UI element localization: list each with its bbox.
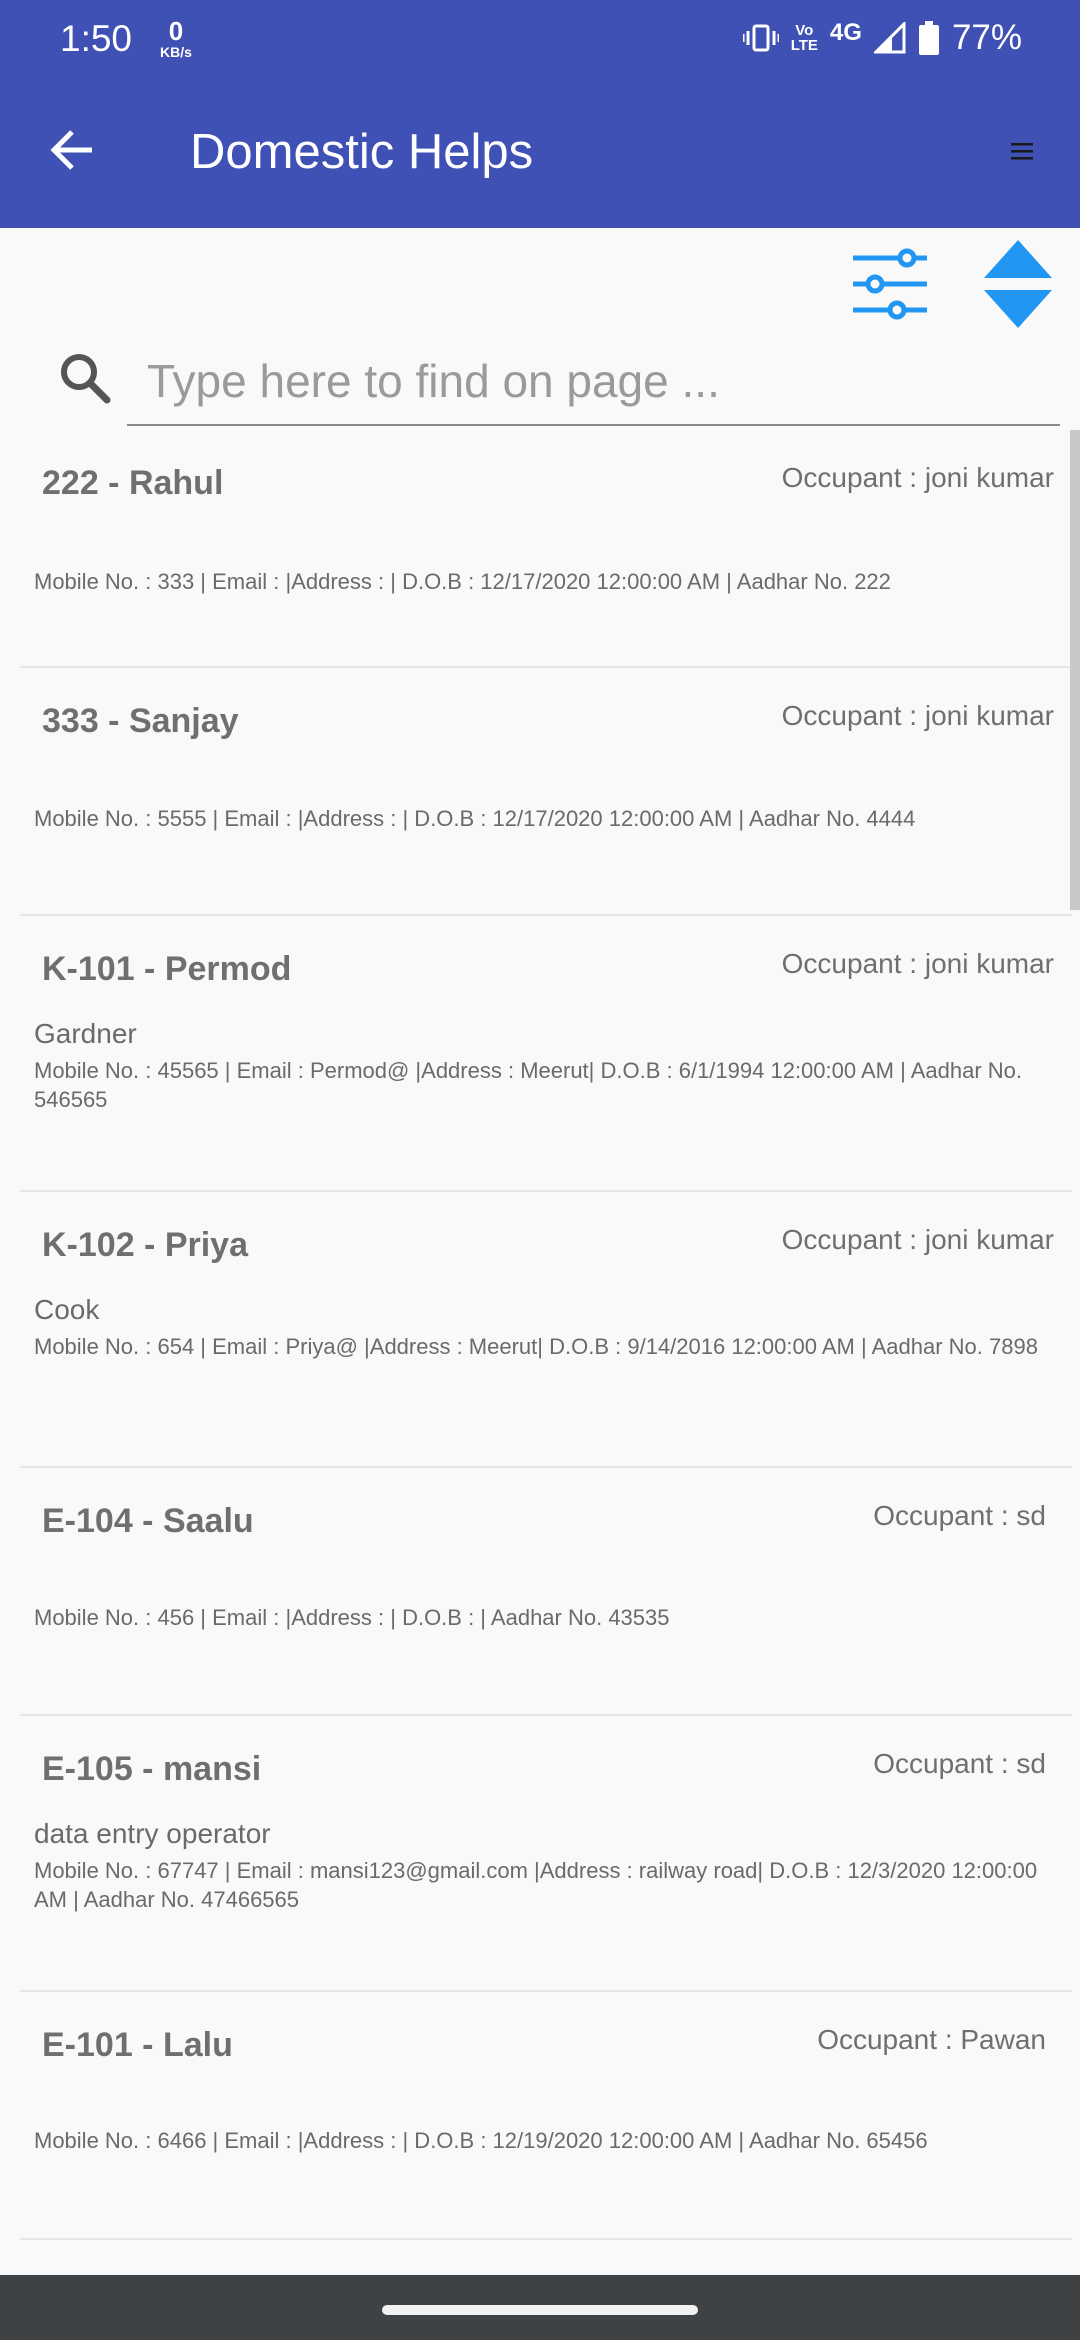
list-item[interactable]: K-102 - Priya Occupant : joni kumar Cook… (20, 1192, 1072, 1468)
item-occupant: Occupant : joni kumar (781, 462, 1054, 493)
item-details: Mobile No. : 333 | Email : |Address : | … (34, 569, 891, 594)
back-button[interactable] (40, 118, 104, 182)
system-nav-bar (0, 2275, 1080, 2340)
list-item[interactable]: 222 - Rahul Occupant : joni kumar Mobile… (20, 430, 1072, 668)
item-occupant: Occupant : sd (873, 1500, 1046, 1531)
domestic-help-list[interactable]: 222 - Rahul Occupant : joni kumar Mobile… (0, 430, 1080, 2275)
list-item[interactable]: K-101 - Permod Occupant : joni kumar Gar… (20, 916, 1072, 1192)
list-toolbar (0, 228, 1080, 338)
list-item[interactable]: E-105 - mansi Occupant : sd data entry o… (20, 1716, 1072, 1992)
network-speed: 0 KB/s (154, 18, 198, 59)
item-role: data entry operator (34, 1818, 271, 1849)
item-role: Gardner (34, 1018, 137, 1049)
volte-bottom-label: LTE (790, 37, 818, 54)
list-item[interactable]: E-104 - Saalu Occupant : sd Mobile No. :… (20, 1468, 1072, 1716)
hamburger-menu-icon (1011, 143, 1033, 160)
battery-icon (918, 21, 940, 55)
sliders-filter-icon (853, 248, 927, 320)
item-details: Mobile No. : 6466 | Email : |Address : |… (34, 2128, 928, 2153)
item-title: K-101 - Permod (42, 950, 292, 988)
list-item[interactable]: E-101 - Lalu Occupant : Pawan Mobile No.… (20, 1992, 1072, 2240)
battery-percent: 77% (951, 18, 1022, 57)
sort-up-down-icon (984, 240, 1052, 328)
item-role: Cook (34, 1294, 100, 1325)
item-occupant: Occupant : joni kumar (781, 700, 1054, 731)
item-occupant: Occupant : sd (873, 1748, 1046, 1779)
item-details: Mobile No. : 456 | Email : |Address : | … (34, 1605, 670, 1630)
item-title: E-104 - Saalu (42, 1502, 254, 1540)
sort-button[interactable] (978, 234, 1058, 334)
vibrate-icon (742, 23, 779, 53)
item-details: Mobile No. : 67747 | Email : mansi123@gm… (34, 1858, 1038, 1912)
network-speed-value: 0 (168, 16, 184, 46)
item-title: E-105 - mansi (42, 1750, 262, 1788)
status-time: 1:50 (60, 18, 133, 59)
app-bar: Domestic Helps (0, 78, 1080, 228)
item-details: Mobile No. : 654 | Email : Priya@ |Addre… (34, 1334, 1038, 1359)
item-details: Mobile No. : 45565 | Email : Permod@ |Ad… (34, 1058, 1023, 1112)
item-details: Mobile No. : 5555 | Email : |Address : |… (34, 806, 916, 831)
volte-icon: Vo LTE (791, 23, 818, 53)
page-title: Domestic Helps (190, 125, 534, 179)
item-occupant: Occupant : joni kumar (781, 948, 1054, 979)
item-occupant: Occupant : Pawan (817, 2024, 1046, 2055)
signal-icon (873, 22, 906, 54)
volte-top-label: Vo (795, 22, 814, 39)
item-title: 222 - Rahul (42, 464, 224, 502)
arrow-left-icon (50, 130, 92, 170)
status-icons: Vo LTE 4G 77% (742, 18, 1022, 58)
item-occupant: Occupant : joni kumar (781, 1224, 1054, 1255)
item-title: K-102 - Priya (42, 1226, 248, 1264)
home-gesture-handle[interactable] (382, 2305, 698, 2315)
scrollbar-thumb[interactable] (1070, 430, 1080, 910)
item-title: E-101 - Lalu (42, 2026, 233, 2064)
search-icon (61, 354, 111, 404)
network-speed-unit: KB/s (160, 44, 192, 60)
network-type: 4G (829, 19, 862, 46)
item-title: 333 - Sanjay (42, 702, 239, 740)
search-bar (0, 338, 1080, 438)
search-input[interactable] (127, 338, 1060, 426)
list-item[interactable]: 333 - Sanjay Occupant : joni kumar Mobil… (20, 668, 1072, 916)
menu-button[interactable] (994, 123, 1050, 179)
status-bar: 1:50 0 KB/s Vo LTE 4G 77% (0, 0, 1080, 78)
filter-button[interactable] (845, 240, 935, 330)
